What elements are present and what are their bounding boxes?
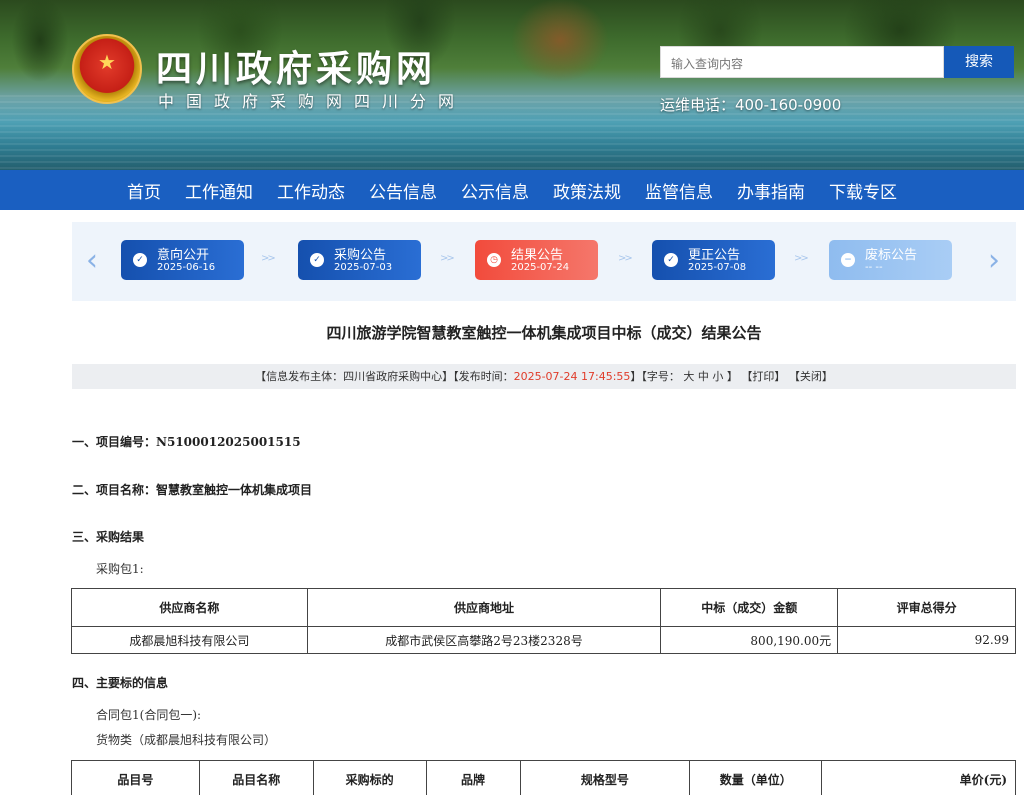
step-label: 意向公开 (157, 248, 210, 263)
supplier-address: 成都市武侯区高攀路2号23楼2328号 (306, 626, 662, 654)
publish-time: 2025-07-24 17:45:55 (513, 370, 631, 383)
font-size-small-link[interactable]: 小 (712, 370, 723, 383)
step-date: 2025-07-08 (688, 262, 747, 273)
check-icon: ✓ (310, 253, 324, 267)
contract-package-label: 合同包1(合同包一): (96, 708, 202, 722)
column-header: 采购标的 (312, 760, 427, 795)
hotline-text: 运维电话：400-160-0900 (660, 96, 842, 114)
nav-item-publicity[interactable]: 公示信息 (461, 178, 529, 203)
column-header: 供应商名称 (71, 588, 308, 627)
section-project-number: 一、项目编号：N5100012025001515 (72, 435, 301, 449)
main-nav: 首页 工作通知 工作动态 公告信息 公示信息 政策法规 监管信息 办事指南 下载… (0, 170, 1024, 210)
banner-water (0, 95, 1024, 170)
chevron-left-icon[interactable]: ‹ (86, 246, 98, 276)
double-chevron-icon: >> (440, 253, 455, 264)
font-size-suffix: 】 (726, 370, 738, 383)
header-banner: ★ 四川政府采购网 中国政府采购网四川分网 输入查询内容 搜索 运维电话：400… (0, 0, 1024, 170)
bid-amount: 800,190.00元 (660, 626, 839, 654)
nav-item-home[interactable]: 首页 (127, 178, 161, 203)
nav-item-policies[interactable]: 政策法规 (553, 178, 621, 203)
column-header: 规格型号 (519, 760, 691, 795)
chevron-right-icon[interactable]: › (988, 246, 1000, 276)
table-header-row: 供应商名称 供应商地址 中标（成交）金额 评审总得分 (71, 588, 1016, 627)
double-chevron-icon: >> (261, 253, 276, 264)
table-row: 成都晨旭科技有限公司 成都市武侯区高攀路2号23楼2328号 800,190.0… (71, 626, 1016, 654)
goods-type-label: 货物类（成都晨旭科技有限公司） (96, 733, 277, 747)
column-header: 中标（成交）金额 (660, 588, 839, 627)
step-label: 结果公告 (511, 248, 564, 263)
nav-item-guide[interactable]: 办事指南 (737, 178, 805, 203)
nav-item-supervision[interactable]: 监管信息 (645, 178, 713, 203)
font-size-label: 】【字号： (630, 370, 680, 383)
items-table: 品目号 品目名称 采购标的 品牌 规格型号 数量（单位） 单价(元) (71, 760, 1016, 795)
column-header: 品目号 (71, 760, 200, 795)
site-subtitle: 中国政府采购网四川分网 (158, 92, 467, 111)
step-date: 2025-07-24 (511, 262, 570, 273)
site-title[interactable]: 四川政府采购网 (156, 40, 436, 92)
nav-item-work-news[interactable]: 工作动态 (277, 178, 345, 203)
clock-icon: ◷ (487, 253, 501, 267)
step-date: -- -- (865, 262, 883, 273)
search-input[interactable]: 输入查询内容 (660, 46, 944, 78)
minus-icon: − (841, 253, 855, 267)
table-header-row: 品目号 品目名称 采购标的 品牌 规格型号 数量（单位） 单价(元) (71, 760, 1016, 795)
package-label: 采购包1: (96, 562, 144, 576)
check-icon: ✓ (133, 253, 147, 267)
step-label: 更正公告 (688, 248, 741, 263)
column-header: 供应商地址 (306, 588, 662, 627)
print-link[interactable]: 【打印】 (741, 370, 785, 383)
step-date: 2025-06-16 (157, 262, 216, 273)
step-intent-disclosure[interactable]: ✓ 意向公开 2025-06-16 (121, 240, 244, 280)
section-project-name: 二、项目名称：智慧教室触控一体机集成项目 (72, 483, 313, 497)
national-emblem-icon: ★ (72, 34, 142, 104)
step-cancellation-notice[interactable]: − 废标公告 -- -- (829, 240, 952, 280)
nav-item-announcements[interactable]: 公告信息 (369, 178, 437, 203)
double-chevron-icon: >> (618, 253, 633, 264)
double-chevron-icon: >> (794, 253, 809, 264)
step-label: 采购公告 (334, 248, 387, 263)
check-icon: ✓ (664, 253, 678, 267)
column-header: 单价(元) (821, 760, 1016, 795)
supplier-name: 成都晨旭科技有限公司 (71, 626, 308, 654)
column-header: 评审总得分 (837, 588, 1016, 627)
step-result-notice[interactable]: ◷ 结果公告 2025-07-24 (475, 240, 598, 280)
publisher-info: 【信息发布主体：四川省政府采购中心】【发布时间： (255, 370, 514, 383)
step-procurement-notice[interactable]: ✓ 采购公告 2025-07-03 (298, 240, 421, 280)
page-title: 四川旅游学院智慧教室触控一体机集成项目中标（成交）结果公告 (326, 324, 762, 342)
section-main-items: 四、主要标的信息 (72, 676, 169, 690)
step-correction-notice[interactable]: ✓ 更正公告 2025-07-08 (652, 240, 775, 280)
result-table: 供应商名称 供应商地址 中标（成交）金额 评审总得分 成都晨旭科技有限公司 成都… (71, 588, 1016, 654)
procurement-timeline: ‹ ✓ 意向公开 2025-06-16 >> ✓ 采购公告 2025-07-03… (72, 222, 1016, 301)
close-link[interactable]: 【关闭】 (789, 370, 833, 383)
step-label: 废标公告 (865, 248, 918, 263)
search-button[interactable]: 搜索 (944, 46, 1014, 78)
step-date: 2025-07-03 (334, 262, 393, 273)
column-header: 品目名称 (198, 760, 314, 795)
nav-item-downloads[interactable]: 下载专区 (829, 178, 897, 203)
nav-item-work-notice[interactable]: 工作通知 (185, 178, 253, 203)
review-score: 92.99 (837, 626, 1016, 654)
font-size-medium-link[interactable]: 中 (698, 370, 709, 383)
section-procurement-result: 三、采购结果 (72, 530, 145, 544)
article-info-bar: 【信息发布主体：四川省政府采购中心】【发布时间：2025-07-24 17:45… (72, 364, 1016, 389)
column-header: 品牌 (425, 760, 521, 795)
font-size-large-link[interactable]: 大 (683, 370, 694, 383)
column-header: 数量（单位） (689, 760, 823, 795)
